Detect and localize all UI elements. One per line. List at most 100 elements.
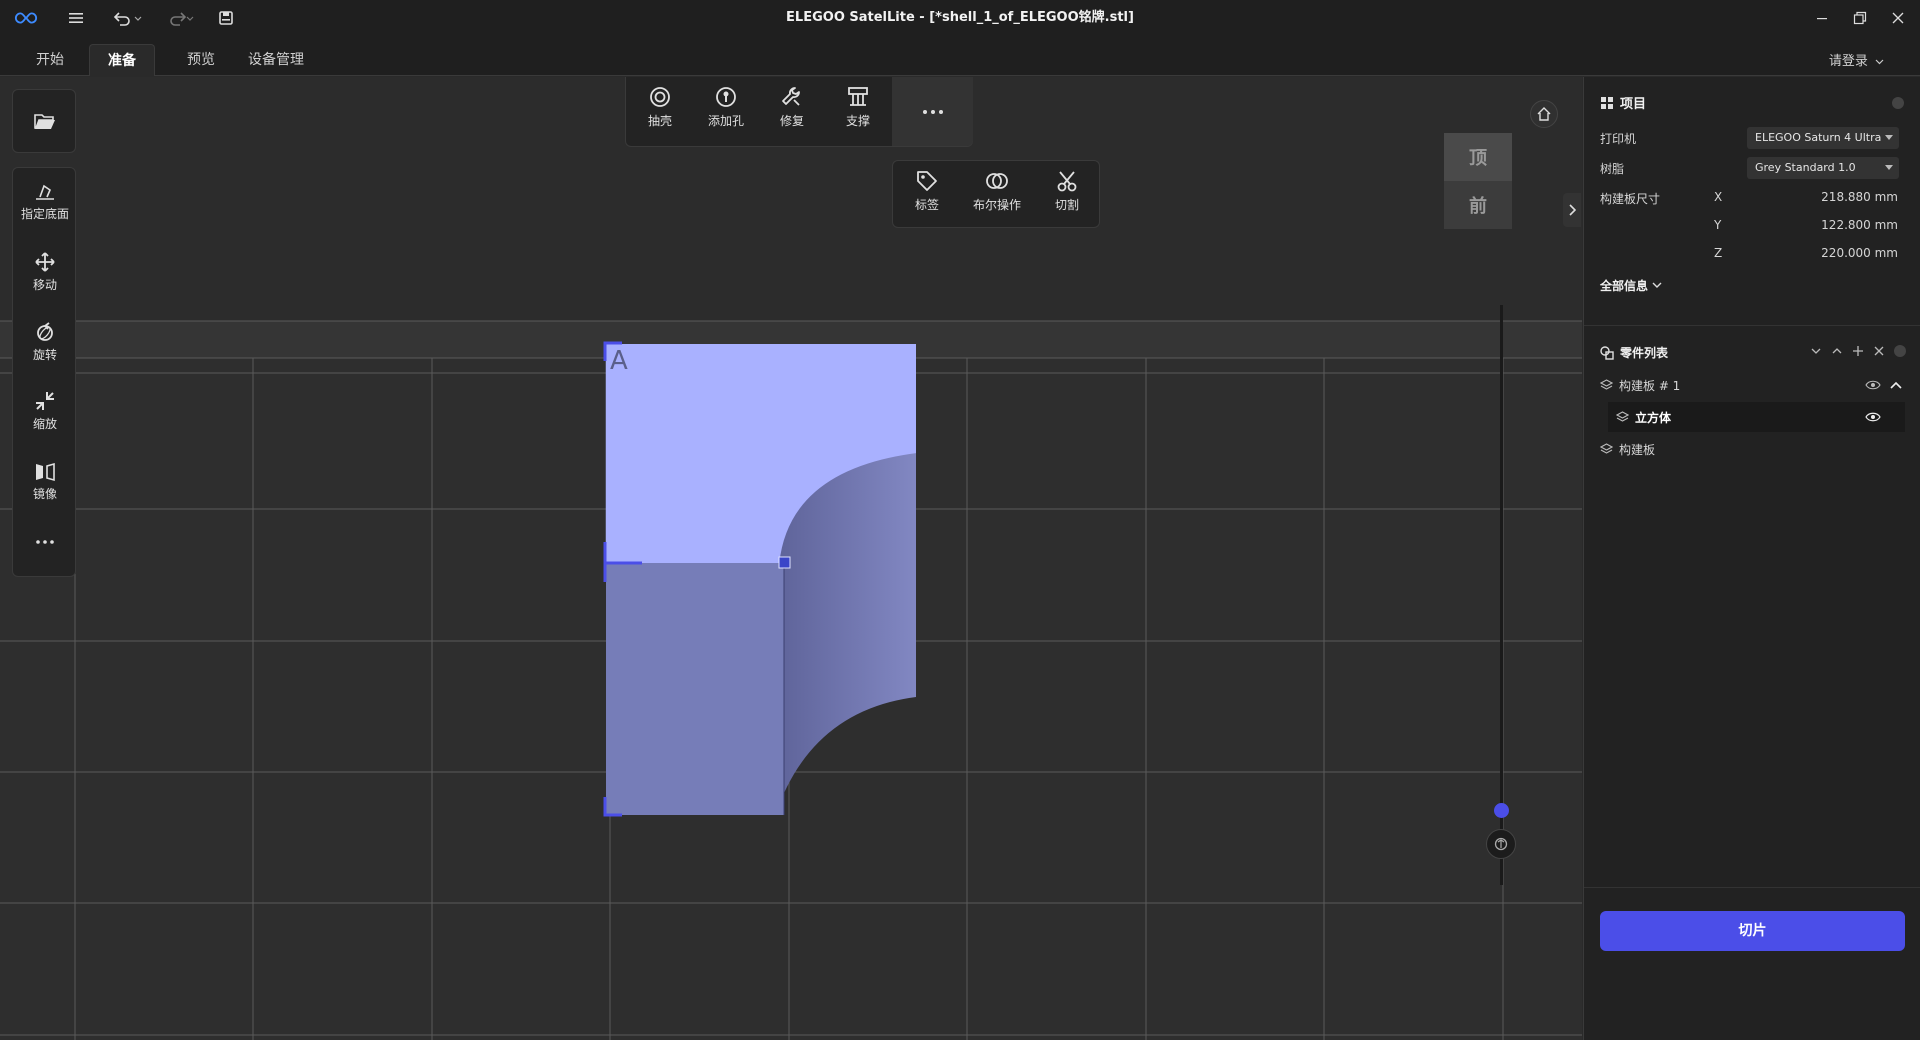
chevron-down-icon[interactable] bbox=[1810, 345, 1822, 357]
layer-slider-handle[interactable] bbox=[1494, 803, 1509, 818]
home-icon bbox=[1537, 107, 1551, 121]
project-collapse-icon[interactable] bbox=[1892, 97, 1904, 109]
printer-value: ELEGOO Saturn 4 Ultra bbox=[1755, 131, 1882, 144]
cut-button[interactable]: 切割 bbox=[1035, 169, 1099, 213]
close-icon[interactable] bbox=[1878, 0, 1918, 36]
right-panel: 项目 打印机 ELEGOO Saturn 4 Ultra 树脂 Grey Sta… bbox=[1583, 77, 1920, 1040]
boolean-icon bbox=[986, 173, 1008, 189]
repair-icon bbox=[782, 87, 800, 106]
minimize-icon[interactable] bbox=[1802, 0, 1842, 36]
more-tools-button[interactable] bbox=[13, 538, 77, 546]
delete-icon[interactable] bbox=[1873, 345, 1885, 357]
app-logo-icon[interactable] bbox=[14, 6, 38, 30]
project-section-title: 项目 bbox=[1600, 93, 1646, 112]
home-view-button[interactable] bbox=[1530, 100, 1558, 128]
section-divider bbox=[1584, 325, 1920, 326]
undo-icon[interactable] bbox=[110, 6, 144, 30]
redo-icon[interactable] bbox=[162, 6, 196, 30]
shell-button[interactable]: 抽壳 bbox=[628, 85, 692, 129]
chevron-right-icon bbox=[1569, 204, 1576, 216]
resin-select[interactable]: Grey Standard 1.0 bbox=[1747, 157, 1899, 179]
all-info-toggle[interactable]: 全部信息 bbox=[1600, 277, 1662, 294]
menu-icon[interactable] bbox=[64, 6, 88, 30]
place-face-button[interactable]: 指定底面 bbox=[13, 182, 77, 222]
more-icon bbox=[922, 109, 943, 114]
part-row-cube[interactable]: 立方体 bbox=[1608, 402, 1905, 432]
rotate-button[interactable]: 旋转 bbox=[13, 321, 77, 363]
repair-button[interactable]: 修复 bbox=[760, 85, 824, 129]
layer-slider-track[interactable] bbox=[1500, 305, 1503, 885]
axis-z-value: 220.000 mm bbox=[1821, 246, 1898, 260]
tag-icon bbox=[917, 171, 937, 191]
axis-x-value: 218.880 mm bbox=[1821, 190, 1898, 204]
chevron-down-icon bbox=[1875, 59, 1884, 64]
parts-actions bbox=[1810, 345, 1906, 357]
model-cube[interactable]: A bbox=[596, 317, 916, 837]
move-icon bbox=[35, 252, 55, 272]
tag-button[interactable]: 标签 bbox=[895, 169, 959, 213]
layer-slider-reset-button[interactable] bbox=[1486, 829, 1516, 859]
sync-icon bbox=[1494, 837, 1508, 851]
view-cube-top[interactable]: 顶 bbox=[1444, 133, 1512, 181]
move-label: 移动 bbox=[32, 278, 57, 292]
shell-label: 抽壳 bbox=[647, 114, 672, 128]
shell-icon bbox=[650, 87, 670, 107]
open-file-button[interactable] bbox=[13, 110, 77, 132]
part-row-label: 构建板 bbox=[1619, 442, 1656, 457]
tab-start[interactable]: 开始 bbox=[18, 44, 82, 76]
eye-icon[interactable] bbox=[1865, 412, 1881, 422]
tab-prepare[interactable]: 准备 bbox=[89, 44, 155, 76]
support-button[interactable]: 支撑 bbox=[826, 85, 890, 129]
printer-select[interactable]: ELEGOO Saturn 4 Ultra bbox=[1747, 127, 1899, 149]
scale-label: 缩放 bbox=[32, 417, 57, 431]
view-cube-front[interactable]: 前 bbox=[1444, 181, 1512, 229]
parts-collapse-icon[interactable] bbox=[1894, 345, 1906, 357]
title-bar: ELEGOO SatelLite - [*shell_1_of_ELEGOO铭牌… bbox=[0, 0, 1920, 36]
mirror-label: 镜像 bbox=[32, 487, 57, 501]
scale-button[interactable]: 缩放 bbox=[13, 390, 77, 432]
chevron-down-icon bbox=[1885, 135, 1893, 140]
plate-size-label: 构建板尺寸 bbox=[1600, 192, 1661, 206]
chevron-up-icon[interactable] bbox=[1831, 345, 1843, 357]
menu-bar: 开始 准备 预览 设备管理 请登录 bbox=[0, 36, 1920, 76]
login-link[interactable]: 请登录 bbox=[1829, 50, 1884, 69]
place-face-label: 指定底面 bbox=[20, 207, 69, 221]
support-icon bbox=[848, 87, 868, 106]
add-hole-button[interactable]: 添加孔 bbox=[694, 85, 758, 129]
tab-device-management[interactable]: 设备管理 bbox=[230, 44, 322, 76]
layers-icon bbox=[1616, 410, 1629, 422]
chevron-up-icon[interactable] bbox=[1889, 380, 1903, 390]
mirror-button[interactable]: 镜像 bbox=[13, 460, 77, 502]
parts-title: 零件列表 bbox=[1620, 346, 1669, 360]
axis-y-value: 122.800 mm bbox=[1821, 218, 1898, 232]
3d-viewport[interactable]: A 指定底面 移动 旋转 缩放 镜像 抽壳 添加孔 修复 支撑 标签 布尔操作 … bbox=[0, 77, 1582, 1040]
restore-icon[interactable] bbox=[1840, 0, 1880, 36]
more-tools-popup: 标签 布尔操作 切割 bbox=[892, 160, 1100, 228]
axis-x-label: X bbox=[1714, 190, 1723, 204]
eye-icon[interactable] bbox=[1865, 380, 1881, 390]
mirror-icon bbox=[36, 462, 55, 482]
panel-collapse-button[interactable] bbox=[1563, 193, 1581, 227]
slice-button[interactable]: 切片 bbox=[1600, 911, 1905, 951]
move-button[interactable]: 移动 bbox=[13, 251, 77, 293]
boolean-button[interactable]: 布尔操作 bbox=[965, 169, 1029, 213]
axis-z-label: Z bbox=[1714, 246, 1723, 260]
tab-preview[interactable]: 预览 bbox=[169, 44, 233, 76]
part-row-build-plate[interactable]: 构建板 bbox=[1600, 434, 1905, 464]
more-edit-button[interactable] bbox=[892, 77, 973, 146]
save-icon[interactable] bbox=[214, 6, 238, 30]
view-cube[interactable]: 顶 前 bbox=[1444, 133, 1512, 229]
parts-icon bbox=[1600, 345, 1614, 360]
place-face-icon bbox=[36, 184, 54, 200]
chevron-down-icon bbox=[1652, 282, 1662, 288]
rotate-icon bbox=[37, 322, 53, 341]
project-title: 项目 bbox=[1620, 97, 1647, 112]
login-label: 请登录 bbox=[1828, 54, 1868, 69]
open-file-panel bbox=[12, 89, 76, 153]
resin-label: 树脂 bbox=[1600, 162, 1625, 176]
grid-icon bbox=[1601, 96, 1613, 109]
part-row-label: 立方体 bbox=[1635, 410, 1672, 425]
part-row-build-plate-1[interactable]: 构建板 # 1 bbox=[1600, 370, 1905, 400]
section-divider bbox=[1584, 887, 1920, 888]
plus-icon[interactable] bbox=[1852, 345, 1864, 357]
